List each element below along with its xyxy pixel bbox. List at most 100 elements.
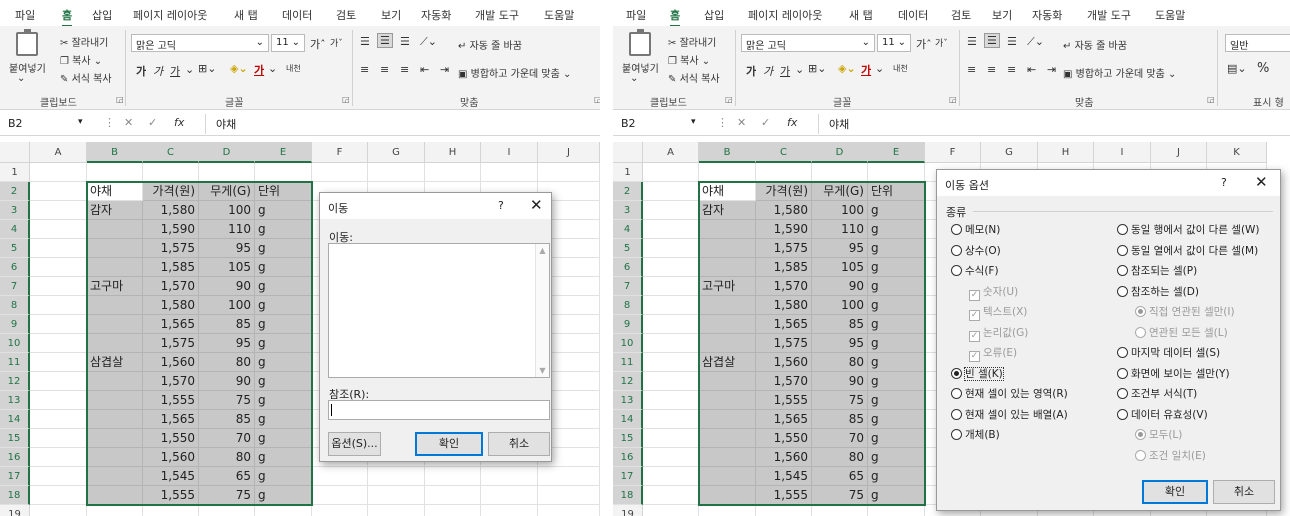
grid-cell[interactable] [699, 220, 756, 239]
fx-icon[interactable]: fx [787, 116, 797, 129]
grow-font-button[interactable]: 가ˆ [310, 36, 326, 52]
row-header[interactable]: 12 [0, 372, 30, 391]
grid-cell[interactable]: 75 [199, 391, 255, 410]
column-header[interactable]: I [1094, 142, 1151, 163]
grid-cell[interactable]: 1,585 [143, 258, 199, 277]
increase-indent-icon[interactable]: ⇥ [1047, 63, 1056, 76]
grid-cell[interactable] [87, 296, 143, 315]
align-right-icon[interactable]: ≡ [1007, 63, 1016, 76]
align-left-icon[interactable]: ≡ [360, 63, 369, 76]
row-header[interactable]: 12 [613, 372, 643, 391]
paste-icon[interactable] [16, 29, 38, 56]
chevron-down-icon[interactable]: ⌄ [875, 62, 884, 75]
increase-indent-icon[interactable]: ⇥ [440, 63, 449, 76]
grid-cell[interactable]: g [255, 277, 312, 296]
grid-cell[interactable] [643, 220, 699, 239]
font-launcher-icon[interactable]: ◲ [342, 95, 350, 104]
grid-cell[interactable]: g [255, 467, 312, 486]
row-header[interactable]: 17 [0, 467, 30, 486]
grid-cell[interactable]: g [868, 467, 925, 486]
grid-cell[interactable] [368, 505, 425, 516]
alignment-launcher-icon[interactable]: ◲ [1207, 95, 1215, 104]
grid-cell[interactable] [30, 277, 87, 296]
grid-cell[interactable] [30, 372, 87, 391]
name-box[interactable]: B2 ▾ [4, 115, 92, 133]
grid-cell[interactable] [481, 163, 538, 182]
font-launcher-icon[interactable]: ◲ [949, 95, 957, 104]
wrap-text-button[interactable]: ↵ 자동 줄 바꿈 [1063, 37, 1127, 52]
font-color-button[interactable]: 가 [254, 62, 264, 78]
grid-cell[interactable] [643, 182, 699, 201]
grid-cell[interactable]: 1,565 [756, 410, 812, 429]
grid-cell[interactable] [538, 505, 600, 516]
column-header[interactable]: D [199, 142, 255, 163]
grid-cell[interactable] [30, 296, 87, 315]
align-top-icon[interactable]: ☰ [360, 35, 370, 48]
grid-cell[interactable]: 1,570 [143, 372, 199, 391]
option-right_options-9[interactable]: 데이터 유효성(V) [1117, 407, 1208, 422]
italic-button[interactable]: 가 [153, 63, 163, 79]
grid-cell[interactable] [643, 258, 699, 277]
merge-center-button[interactable]: ▣ 병합하고 가운데 맞춤 ⌄ [458, 65, 571, 80]
grid-cell[interactable]: 1,565 [143, 410, 199, 429]
bold-button[interactable]: 가 [136, 63, 146, 79]
grid-cell[interactable] [699, 315, 756, 334]
paste-dropdown-icon[interactable]: ⌄ [630, 73, 638, 84]
cut-button[interactable]: ✂ 잘라내기 [60, 34, 108, 49]
option-right_options-0[interactable]: 동일 행에서 값이 다른 셀(W) [1117, 222, 1260, 237]
tab-10[interactable]: 도움말 [1155, 7, 1185, 23]
grid-cell[interactable] [425, 467, 481, 486]
grid-cell[interactable] [868, 163, 925, 182]
row-header[interactable]: 13 [0, 391, 30, 410]
grid-cell[interactable]: g [255, 372, 312, 391]
grid-cell[interactable] [538, 486, 600, 505]
grid-cell[interactable]: 110 [812, 220, 868, 239]
row-header[interactable]: 5 [613, 239, 643, 258]
grid-cell[interactable] [756, 163, 812, 182]
grid-cell[interactable]: 1,550 [143, 429, 199, 448]
currency-icon[interactable]: ▤⌄ [1227, 62, 1247, 75]
grid-cell[interactable] [699, 391, 756, 410]
grid-cell[interactable] [87, 372, 143, 391]
column-header[interactable]: E [255, 142, 312, 163]
grid-cell[interactable] [87, 334, 143, 353]
grid-cell[interactable] [643, 467, 699, 486]
italic-button[interactable]: 가 [763, 63, 773, 79]
grow-font-button[interactable]: 가ˆ [916, 36, 932, 52]
tab-0[interactable]: 파일 [626, 7, 646, 23]
grid-cell[interactable]: 감자 [87, 201, 143, 220]
grid-cell[interactable]: 1,570 [143, 277, 199, 296]
grid-cell[interactable]: g [868, 448, 925, 467]
align-middle-icon[interactable]: ☰ [377, 33, 393, 48]
option-left_options-8[interactable]: 현재 셀이 있는 영역(R) [951, 386, 1068, 401]
align-center-icon[interactable]: ≡ [380, 63, 389, 76]
align-right-icon[interactable]: ≡ [400, 63, 409, 76]
row-header[interactable]: 13 [613, 391, 643, 410]
align-center-icon[interactable]: ≡ [987, 63, 996, 76]
column-header[interactable]: H [425, 142, 481, 163]
column-header[interactable]: B [699, 142, 756, 163]
grid-cell[interactable] [643, 372, 699, 391]
grid-cell[interactable]: 100 [812, 296, 868, 315]
grid-cell[interactable] [30, 353, 87, 372]
grid-cell[interactable] [643, 448, 699, 467]
grid-cell[interactable] [868, 505, 925, 516]
grid-cell[interactable] [425, 163, 481, 182]
row-header[interactable]: 1 [0, 163, 30, 182]
grid-cell[interactable]: 105 [812, 258, 868, 277]
grid-cell[interactable]: g [868, 239, 925, 258]
grid-cell[interactable]: 1,590 [756, 220, 812, 239]
grid-cell[interactable]: g [255, 315, 312, 334]
grid-cell[interactable]: g [868, 220, 925, 239]
underline-button[interactable]: 가 [170, 63, 180, 79]
fill-color-icon[interactable]: ◈⌄ [230, 62, 248, 75]
close-icon[interactable]: ✕ [530, 196, 543, 214]
grid-cell[interactable] [643, 505, 699, 516]
row-header[interactable]: 1 [613, 163, 643, 182]
grid-cell[interactable]: 1,565 [143, 315, 199, 334]
paste-dropdown-icon[interactable]: ⌄ [17, 73, 25, 84]
help-icon[interactable]: ? [1221, 176, 1227, 189]
grid-cell[interactable]: 95 [812, 239, 868, 258]
grid-cell[interactable] [368, 163, 425, 182]
grid-cell[interactable] [481, 467, 538, 486]
